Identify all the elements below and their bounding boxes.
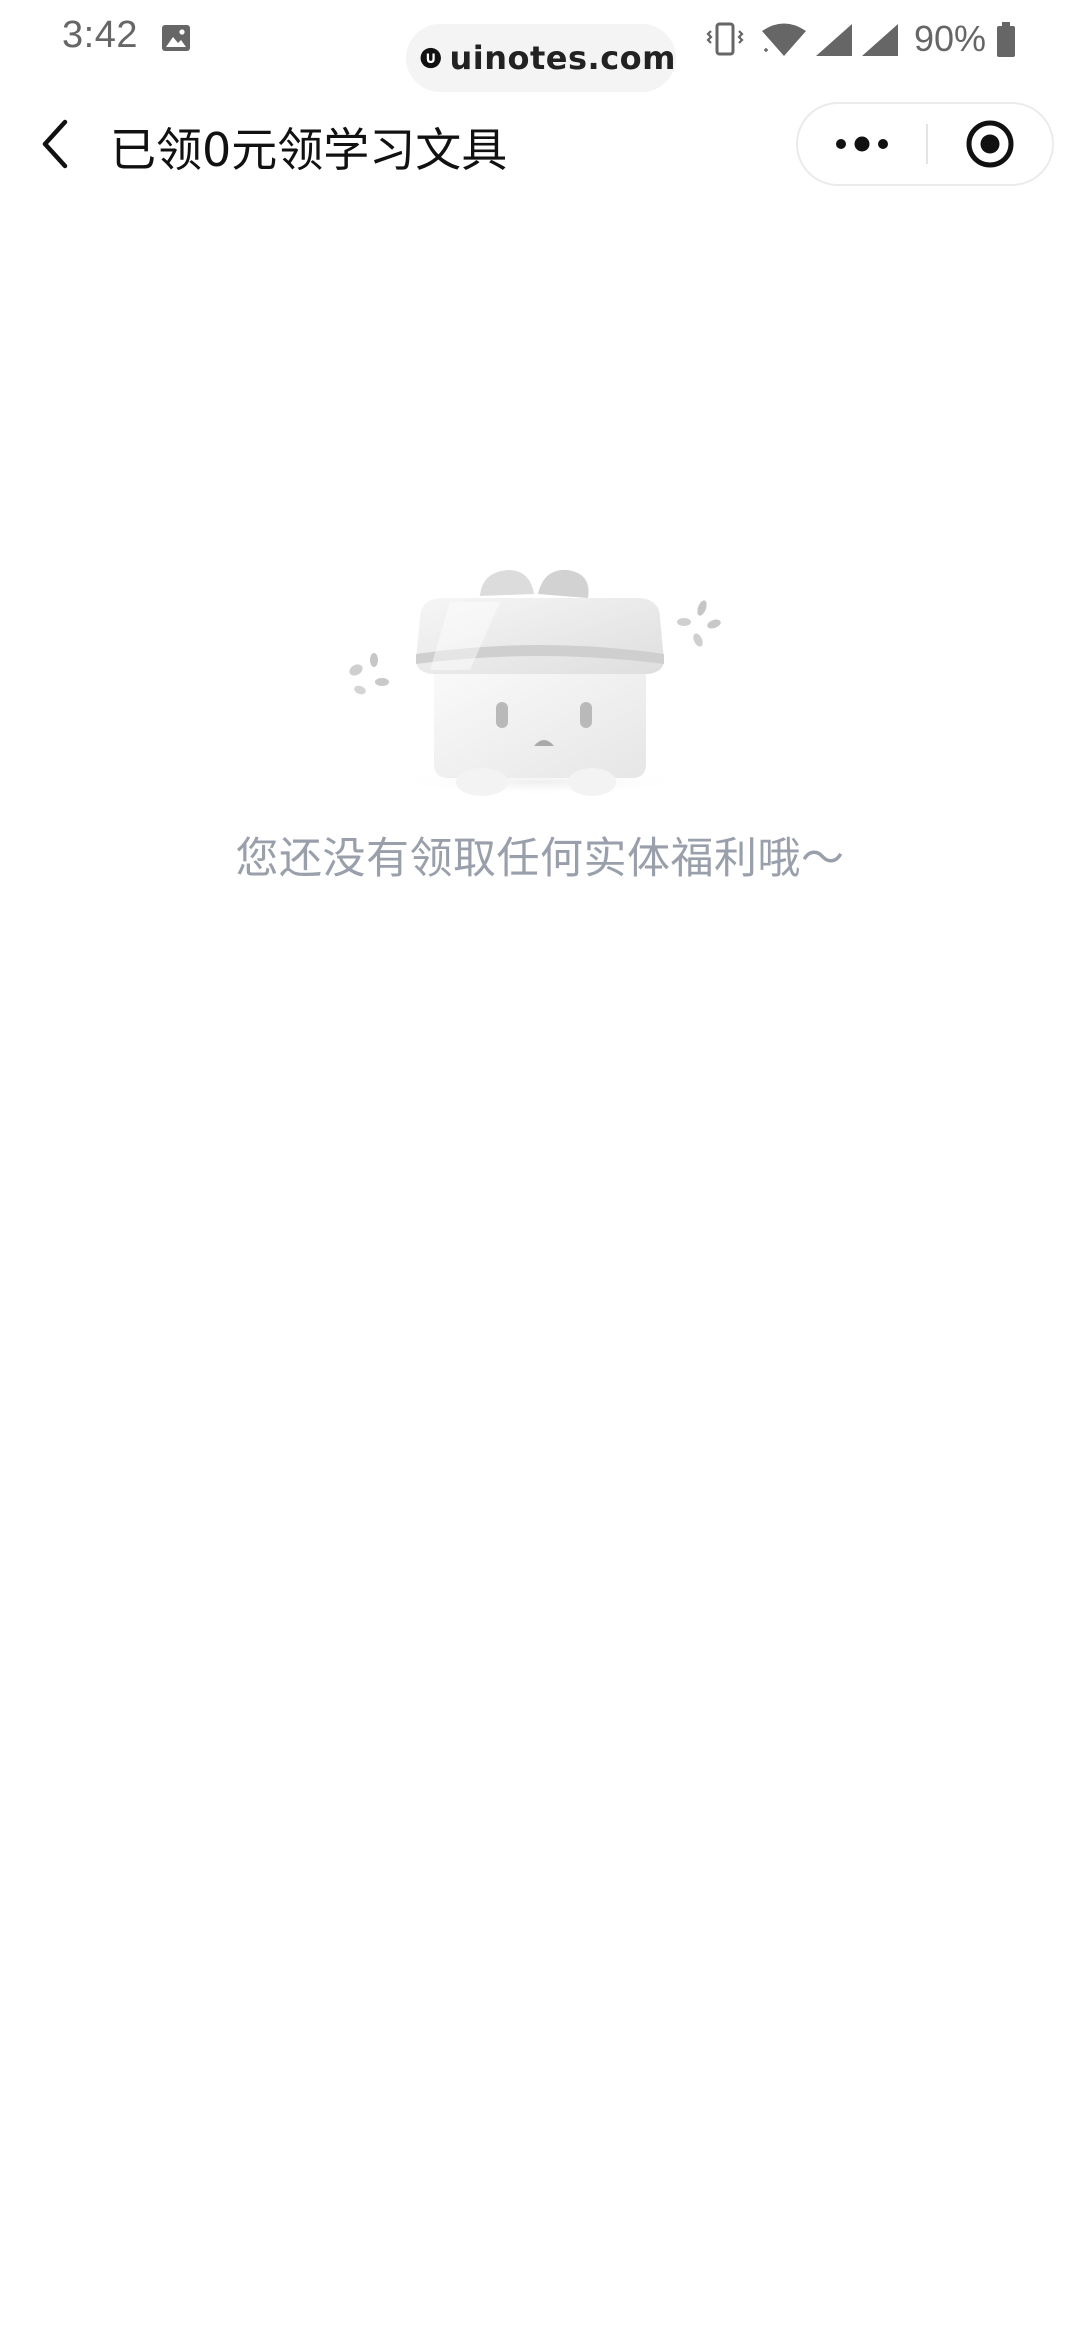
chevron-left-icon [42,119,68,169]
signal-icon [862,24,898,56]
title-bar: 已领0元领学习文具 [0,96,1080,192]
watermark-logo-icon [420,47,441,69]
wifi-icon [762,23,806,56]
mini-program-capsule [796,102,1054,186]
target-circle-icon [966,120,1014,168]
more-button[interactable] [798,104,926,184]
vibrate-icon [706,22,744,56]
screen: 3:42 uinotes.com 90% 已领0元领学习文具 您还没有领取任何实… [0,0,1080,2340]
watermark: uinotes.com [406,24,676,92]
gift-box-illustration [349,569,721,796]
empty-message: 您还没有领取任何实体福利哦～ [235,834,845,884]
close-button[interactable] [928,104,1052,184]
back-button[interactable] [26,110,86,178]
more-dots-icon [836,136,888,152]
status-time: 3:42 [62,14,138,56]
signal-icon [816,24,852,56]
status-bar: 3:42 uinotes.com 90% [0,0,1080,92]
watermark-text: uinotes.com [449,39,676,77]
gallery-icon [162,25,190,51]
battery-icon [997,22,1015,57]
page-title: 已领0元领学习文具 [110,123,508,177]
battery-percent: 90% [914,18,987,59]
